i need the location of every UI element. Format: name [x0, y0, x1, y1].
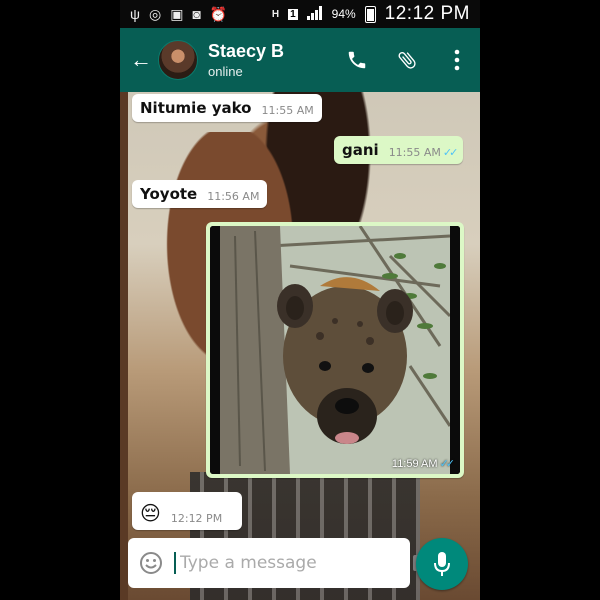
battery-icon — [364, 5, 376, 23]
hd-icon: H — [271, 8, 280, 20]
image-time: 11:59 AM ✓✓ — [391, 457, 456, 470]
battery-percent: 94% — [331, 7, 356, 21]
message-time: 11:55 AM ✓✓ — [388, 146, 459, 159]
emoji-icon[interactable] — [138, 550, 164, 576]
contact-name: Staecy B — [208, 41, 285, 61]
alarm-icon: ⏰ — [209, 5, 228, 22]
back-arrow-icon[interactable]: ← — [130, 47, 152, 73]
header-actions — [344, 47, 470, 73]
message-emoji: 😔 — [140, 501, 161, 525]
message-text: Nitumie yako — [140, 99, 252, 117]
message-outgoing[interactable]: gani 11:55 AM ✓✓ — [334, 136, 464, 164]
usb-icon: ψ — [130, 6, 140, 22]
photo-icon: ◙ — [192, 6, 201, 22]
message-text: Yoyote — [140, 185, 198, 203]
status-bar-system: H 1 94% 12:12 PM — [272, 3, 470, 25]
status-bar-notifications: ψ ◎ ▣ ◙ ⏰ — [130, 6, 227, 23]
message-incoming[interactable]: Yoyote 11:56 AM — [132, 180, 268, 208]
sim-1-icon: 1 — [288, 8, 298, 20]
more-icon[interactable] — [444, 47, 470, 73]
status-bar: ψ ◎ ▣ ◙ ⏰ H 1 94% 12:12 PM — [120, 0, 480, 28]
contact-info[interactable]: Staecy B online — [208, 41, 344, 79]
chat-header: ← Staecy B online — [120, 28, 480, 92]
message-composer — [128, 538, 435, 588]
mic-button[interactable] — [416, 538, 468, 590]
hyena-photo[interactable]: 11:59 AM ✓✓ — [210, 226, 460, 474]
signal-icon — [306, 5, 323, 23]
message-incoming[interactable]: Nitumie yako 11:55 AM — [132, 94, 322, 122]
clock: 12:12 PM — [384, 3, 470, 24]
whatsapp-icon: ◎ — [148, 5, 162, 22]
avatar[interactable] — [158, 40, 198, 80]
read-ticks-icon: ✓✓ — [439, 458, 456, 470]
call-icon[interactable] — [344, 47, 370, 73]
phone-screen: ψ ◎ ▣ ◙ ⏰ H 1 94% 12:12 PM ← Staecy B on… — [120, 0, 480, 600]
message-time: 11:55 AM — [261, 104, 314, 117]
contact-status: online — [208, 64, 243, 79]
gallery-icon: ▣ — [170, 5, 184, 22]
message-time: 11:56 AM — [207, 190, 260, 203]
message-time-label: 11:55 AM — [388, 146, 441, 159]
message-incoming[interactable]: 😔 12:12 PM — [132, 492, 242, 530]
chat-wallpaper: Nitumie yako 11:55 AM gani 11:55 AM ✓✓ Yo… — [120, 92, 480, 600]
read-ticks-icon: ✓✓ — [442, 146, 459, 159]
message-input[interactable] — [174, 552, 401, 574]
image-message-outgoing[interactable]: 11:59 AM ✓✓ — [206, 222, 464, 478]
image-time-label: 11:59 AM — [391, 458, 438, 470]
attach-icon[interactable] — [394, 47, 420, 73]
mic-icon — [434, 552, 450, 576]
message-time: 12:12 PM — [170, 512, 223, 525]
message-text: gani — [342, 141, 379, 159]
